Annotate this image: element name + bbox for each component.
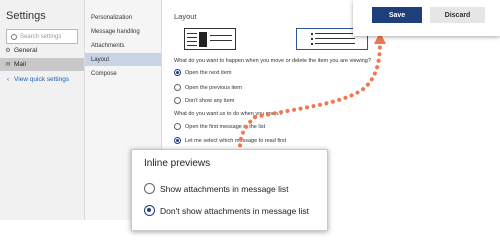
radio-icon xyxy=(174,123,181,130)
app-title: Settings xyxy=(6,10,46,22)
category-message-handling[interactable]: Message handling xyxy=(85,25,161,38)
chevron-left-icon: ‹ xyxy=(7,76,9,83)
radio-icon xyxy=(174,84,181,91)
category-personalization[interactable]: Personalization xyxy=(85,11,161,24)
radio-label: Let me select which message to read firs… xyxy=(185,137,287,144)
mail-icon: ✉ xyxy=(5,62,11,68)
radio-open-next-item[interactable]: Open the next item xyxy=(174,69,231,76)
preview-line xyxy=(187,37,197,38)
radio-selected-icon xyxy=(174,69,181,76)
radio-select-message[interactable]: Let me select which message to read firs… xyxy=(174,137,286,144)
category-layout[interactable]: Layout xyxy=(85,53,161,66)
preview-line xyxy=(315,33,355,34)
radio-icon xyxy=(174,97,181,104)
nav-item-general[interactable]: ⚙ General xyxy=(0,44,84,57)
radio-label: Open the first message in the list xyxy=(185,123,266,130)
discard-button[interactable]: Discard xyxy=(430,7,485,23)
nav-item-mail-label: Mail xyxy=(14,61,26,68)
layout-preview-image[interactable] xyxy=(184,28,236,50)
preview-line xyxy=(315,43,355,44)
radio-label: Show attachments in message list xyxy=(160,183,289,194)
preview-line xyxy=(187,33,197,34)
preview-dot xyxy=(311,43,313,45)
preview-dot xyxy=(311,38,313,40)
radio-selected-icon xyxy=(174,137,181,144)
nav-item-mail[interactable]: ✉ Mail xyxy=(0,58,84,71)
preview-dot xyxy=(311,33,313,35)
preview-line xyxy=(210,40,232,41)
save-button[interactable]: Save xyxy=(372,7,422,23)
radio-show-attachments[interactable]: Show attachments in message list xyxy=(144,183,289,194)
radio-dont-show-item[interactable]: Don't show any item xyxy=(174,97,234,104)
radio-dont-show-attachments[interactable]: Don't show attachments in message list xyxy=(144,205,309,216)
radio-icon xyxy=(144,183,155,194)
radio-selected-icon xyxy=(144,205,155,216)
inline-previews-title: Inline previews xyxy=(144,158,211,169)
search-input[interactable]: Search settings xyxy=(6,29,78,44)
page-title: Layout xyxy=(174,12,197,21)
settings-sidebar: Settings Search settings ⚙ General ✉ Mai… xyxy=(0,0,85,220)
question-open-conversation: What do you want us to do when you open.… xyxy=(174,111,283,117)
category-compose[interactable]: Compose xyxy=(85,67,161,80)
preview-line xyxy=(315,38,355,39)
question-move-delete: What do you want to happen when you move… xyxy=(174,58,371,64)
gear-icon: ⚙ xyxy=(5,48,11,54)
radio-label: Don't show any item xyxy=(185,97,235,104)
search-icon xyxy=(11,33,17,40)
radio-label: Don't show attachments in message list xyxy=(160,205,310,216)
radio-open-previous-item[interactable]: Open the previous item xyxy=(174,84,242,91)
radio-label: Open the next item xyxy=(185,69,232,76)
search-placeholder: Search settings xyxy=(20,33,62,40)
preview-line xyxy=(210,35,232,36)
inline-previews-callout: Inline previews Show attachments in mess… xyxy=(131,149,328,231)
nav-item-general-label: General xyxy=(14,47,38,54)
preview-block xyxy=(199,32,207,47)
nav-item-view-quick-settings[interactable]: ‹ View quick settings xyxy=(0,73,84,86)
preview-line xyxy=(187,45,197,46)
category-attachments[interactable]: Attachments xyxy=(85,39,161,52)
radio-label: Open the previous item xyxy=(185,84,242,91)
preview-line xyxy=(187,41,197,42)
nav-item-view-quick-settings-label: View quick settings xyxy=(14,76,70,83)
radio-open-first-message[interactable]: Open the first message in the list xyxy=(174,123,265,130)
save-discard-bar: Save Discard xyxy=(353,0,500,36)
